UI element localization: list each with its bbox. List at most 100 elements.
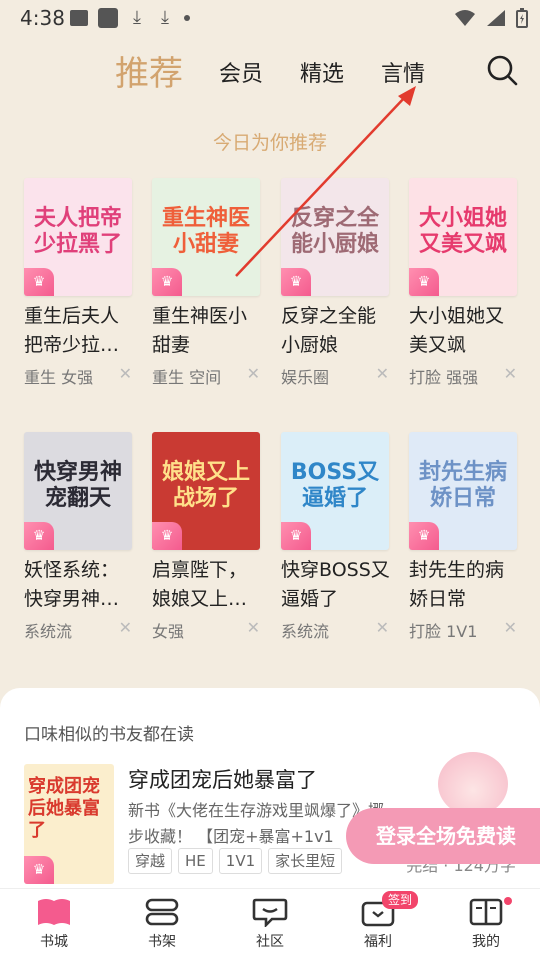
tab-welfare[interactable]: 签到 福利: [338, 891, 418, 951]
tab-romance[interactable]: 言情: [381, 56, 425, 88]
book-cover[interactable]: 大小姐她又美又飒 ♛: [409, 178, 517, 296]
battery-icon: [516, 8, 528, 28]
tag: 1V1: [218, 848, 263, 874]
book-title[interactable]: 启禀陛下，娘娘又上…: [152, 556, 264, 614]
status-right-icons: [454, 8, 528, 28]
book-tags: 女强: [152, 622, 185, 641]
bottom-tab-bar: 书城 书架 社区 签到 福利 我的: [0, 888, 540, 961]
tab-label: 我的: [472, 934, 500, 950]
tab-vip[interactable]: 会员: [219, 56, 263, 88]
tab-label: 书城: [40, 934, 68, 950]
book-cover[interactable]: 快穿男神宠翻天 ♛: [24, 432, 132, 550]
crown-icon: ♛: [24, 268, 54, 296]
tag: 家长里短: [268, 848, 343, 874]
book-cover[interactable]: 夫人把帝少拉黑了 ♛: [24, 178, 132, 296]
search-icon[interactable]: [486, 54, 518, 86]
book-title[interactable]: 反穿之全能小厨娘: [281, 302, 393, 360]
cover-title: 穿成团宠后她暴富了: [28, 776, 100, 841]
book-tags: 打脸 强强: [409, 368, 479, 387]
cover-title: 娘娘又上战场了: [161, 460, 250, 511]
status-bar: 4:38 ⤓ ⤓: [0, 0, 540, 36]
tab-label: 福利: [364, 934, 392, 950]
rec-book-title[interactable]: 穿成团宠后她暴富了: [128, 764, 317, 794]
book-card[interactable]: 快穿男神宠翻天 ♛ 妖怪系统：快穿男神… 系统流 ✕: [24, 432, 136, 642]
dismiss-icon[interactable]: ✕: [119, 364, 132, 388]
rec-book-tags: 穿越 HE 1V1 家长里短: [128, 848, 343, 874]
image-notification-icon: [70, 10, 88, 26]
book-title[interactable]: 重生神医小甜妻: [152, 302, 264, 360]
book-title[interactable]: 大小姐她又美又飒: [409, 302, 521, 360]
book-card[interactable]: 夫人把帝少拉黑了 ♛ 重生后夫人把帝少拉… 重生 女强 ✕: [24, 178, 136, 388]
crown-icon: ♛: [24, 522, 54, 550]
book-cover[interactable]: 封先生病娇日常 ♛: [409, 432, 517, 550]
tab-recommend[interactable]: 推荐: [115, 46, 183, 95]
book-title[interactable]: 封先生的病娇日常: [409, 556, 521, 614]
dismiss-icon[interactable]: ✕: [504, 618, 517, 642]
book-card[interactable]: 重生神医小甜妻 ♛ 重生神医小甜妻 重生 空间 ✕: [152, 178, 264, 388]
dismiss-icon[interactable]: ✕: [119, 618, 132, 642]
book-tags: 系统流: [281, 622, 330, 641]
rec-book-cover[interactable]: 穿成团宠后她暴富了 ♛: [24, 764, 114, 884]
download-icon: ⤓: [133, 7, 141, 28]
tab-community[interactable]: 社区: [230, 897, 310, 951]
section-subtitle: 今日为你推荐: [212, 132, 327, 154]
book-cover[interactable]: 娘娘又上战场了 ♛: [152, 432, 260, 550]
bookstore-icon: [38, 899, 70, 925]
book-tags: 重生 女强: [24, 368, 94, 387]
crown-icon: ♛: [281, 268, 311, 296]
signin-badge[interactable]: 签到: [382, 891, 418, 909]
signal-icon: [487, 10, 505, 26]
book-card[interactable]: 封先生病娇日常 ♛ 封先生的病娇日常 打脸 1V1 ✕: [409, 432, 521, 642]
panel-title: 口味相似的书友都在读: [24, 725, 194, 745]
dismiss-icon[interactable]: ✕: [247, 618, 260, 642]
tab-label: 社区: [256, 934, 284, 950]
top-nav: 推荐 会员 精选 言情: [0, 40, 540, 100]
crown-icon: ♛: [409, 268, 439, 296]
mascot-illustration: [438, 752, 508, 816]
crown-icon: ♛: [152, 268, 182, 296]
book-tags: 打脸 1V1: [409, 622, 478, 641]
download-icon-2: ⤓: [161, 7, 169, 28]
tab-mine[interactable]: 我的: [446, 897, 526, 951]
dismiss-icon[interactable]: ✕: [504, 364, 517, 388]
dismiss-icon[interactable]: ✕: [376, 364, 389, 388]
book-cover[interactable]: BOSS又逼婚了 ♛: [281, 432, 389, 550]
tag: 穿越: [128, 848, 173, 874]
tab-featured[interactable]: 精选: [300, 56, 344, 88]
book-tags: 娱乐圈: [281, 368, 330, 387]
cover-title: 快穿男神宠翻天: [33, 460, 122, 511]
dismiss-icon[interactable]: ✕: [376, 618, 389, 642]
tab-label: 书架: [148, 934, 176, 950]
more-notifications-icon: [184, 15, 190, 21]
status-notification-icons: ⤓ ⤓: [70, 8, 190, 28]
cover-title: BOSS又逼婚了: [290, 460, 380, 511]
book-title[interactable]: 妖怪系统：快穿男神…: [24, 556, 136, 614]
book-cover[interactable]: 重生神医小甜妻 ♛: [152, 178, 260, 296]
notification-dot: [504, 897, 512, 905]
wifi-icon: [455, 10, 475, 26]
book-title[interactable]: 快穿BOSS又逼婚了: [281, 556, 393, 614]
book-tags: 重生 空间: [152, 368, 222, 387]
book-card[interactable]: BOSS又逼婚了 ♛ 快穿BOSS又逼婚了 系统流 ✕: [281, 432, 393, 642]
login-free-read-button[interactable]: 登录全场免费读: [346, 808, 540, 864]
crown-icon: ♛: [152, 522, 182, 550]
book-cover[interactable]: 反穿之全能小厨娘 ♛: [281, 178, 389, 296]
cover-title: 反穿之全能小厨娘: [290, 206, 379, 257]
chat-icon: [252, 898, 288, 927]
profile-book-icon: [469, 898, 503, 926]
cover-title: 夫人把帝少拉黑了: [33, 206, 122, 257]
status-time: 4:38: [20, 6, 65, 30]
book-card[interactable]: 大小姐她又美又飒 ♛ 大小姐她又美又飒 打脸 强强 ✕: [409, 178, 521, 388]
crown-icon: ♛: [24, 856, 54, 884]
bookshelf-icon: [145, 898, 179, 926]
cover-title: 封先生病娇日常: [418, 460, 507, 511]
tab-bookstore[interactable]: 书城: [14, 897, 94, 951]
book-title[interactable]: 重生后夫人把帝少拉…: [24, 302, 136, 360]
crown-icon: ♛: [409, 522, 439, 550]
book-card[interactable]: 娘娘又上战场了 ♛ 启禀陛下，娘娘又上… 女强 ✕: [152, 432, 264, 642]
book-card[interactable]: 反穿之全能小厨娘 ♛ 反穿之全能小厨娘 娱乐圈 ✕: [281, 178, 393, 388]
dismiss-icon[interactable]: ✕: [247, 364, 260, 388]
book-tags: 系统流: [24, 622, 73, 641]
tab-bookshelf[interactable]: 书架: [122, 897, 202, 951]
tag: HE: [178, 848, 213, 874]
